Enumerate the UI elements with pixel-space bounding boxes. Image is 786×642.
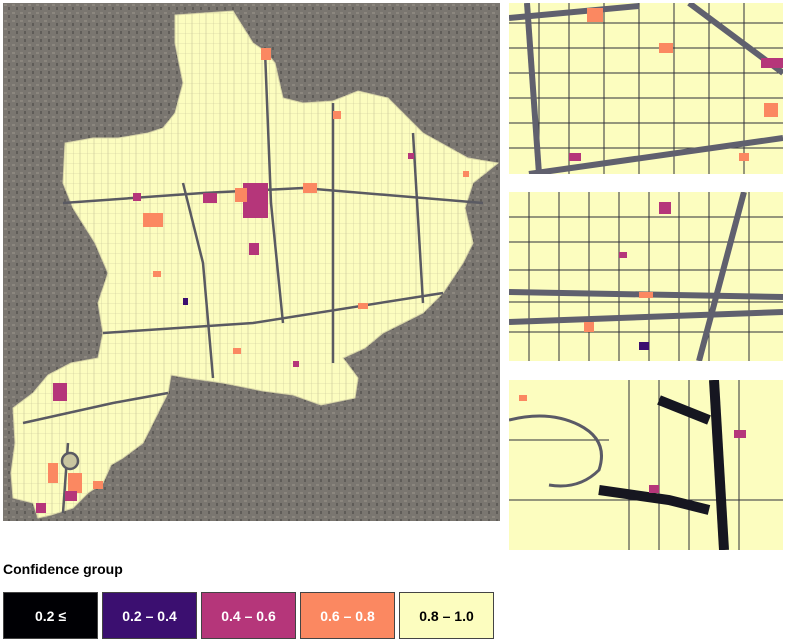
inset-map-1-svg [509,3,783,174]
main-map-svg [3,3,500,521]
legend-label: 0.2 – 0.4 [122,607,177,624]
main-map [3,3,500,521]
legend: 0.2 ≤ 0.2 – 0.4 0.4 – 0.6 0.6 – 0.8 0.8 … [3,592,498,639]
legend-swatch-0.6-0.8: 0.6 – 0.8 [300,592,395,639]
legend-swatch-0-0.2: 0.2 ≤ [3,592,98,639]
inset-map-2-svg [509,192,783,361]
legend-swatch-0.2-0.4: 0.2 – 0.4 [102,592,197,639]
legend-title: Confidence group [3,561,123,577]
legend-label: 0.2 ≤ [34,607,67,624]
legend-swatch-0.4-0.6: 0.4 – 0.6 [201,592,296,639]
legend-label: 0.4 – 0.6 [221,607,276,624]
inset-map-3 [509,380,783,550]
legend-label: 0.6 – 0.8 [320,607,375,624]
legend-swatch-0.8-1.0: 0.8 – 1.0 [399,592,494,639]
legend-label: 0.8 – 1.0 [419,607,474,624]
inset-map-1 [509,3,783,174]
inset-map-3-svg [509,380,783,550]
inset-map-2 [509,192,783,361]
